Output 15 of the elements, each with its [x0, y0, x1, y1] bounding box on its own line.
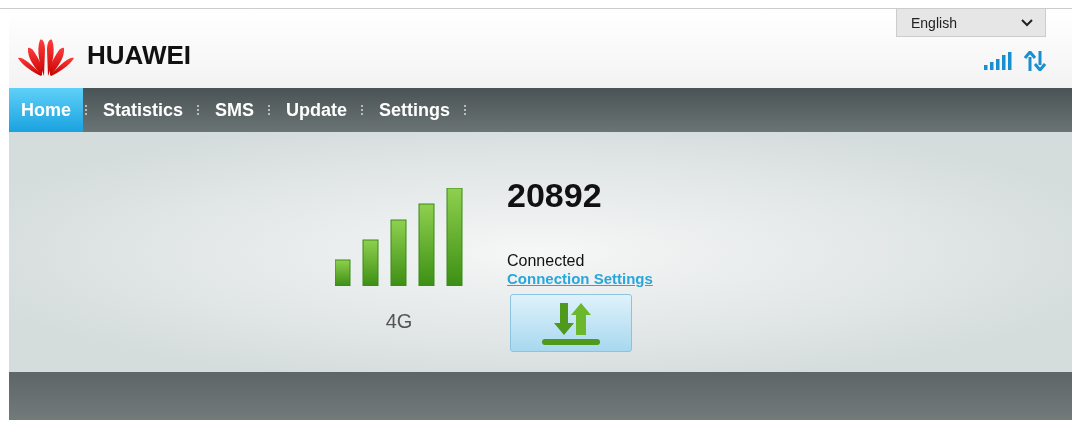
- nav-tab[interactable]: Settings: [367, 88, 463, 132]
- nav-tab[interactable]: Statistics: [91, 88, 196, 132]
- nav-tab[interactable]: SMS: [203, 88, 267, 132]
- brand-name: HUAWEI: [87, 40, 191, 71]
- signal-strength-icon: [335, 188, 463, 286]
- network-type: 4G: [385, 310, 413, 333]
- transfer-icon: [540, 301, 602, 345]
- data-transfer-icon: [1024, 51, 1046, 71]
- connect-button[interactable]: [510, 294, 632, 352]
- signal-icon: [984, 52, 1012, 70]
- operator-name: 20892: [507, 176, 602, 215]
- nav-tab[interactable]: Update: [274, 88, 360, 132]
- connection-status: Connected: [507, 252, 585, 270]
- language-select[interactable]: English: [896, 9, 1046, 37]
- chevron-down-icon: [1021, 18, 1033, 27]
